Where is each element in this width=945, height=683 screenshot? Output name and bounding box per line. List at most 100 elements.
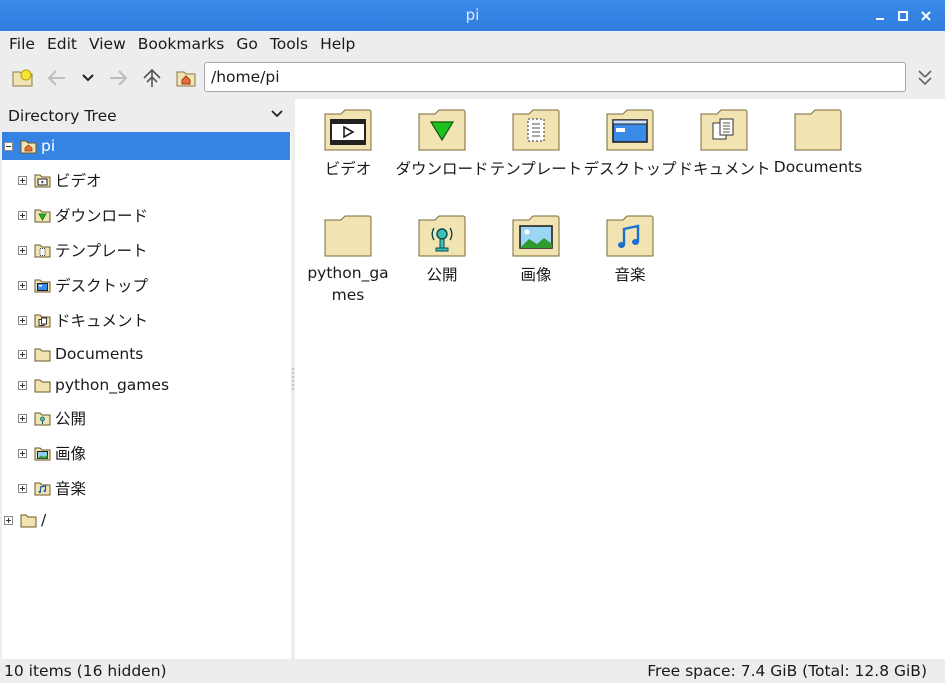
tree-item-documents-jp[interactable]: ドキュメント <box>18 306 148 334</box>
free-space: Free space: 7.4 GiB (Total: 12.8 GiB) <box>647 662 927 680</box>
tree-item-downloads[interactable]: ダウンロード <box>18 201 148 229</box>
tree-item-root[interactable]: / <box>4 506 46 534</box>
file-item-pictures[interactable]: 画像 <box>489 214 583 288</box>
tree-item-label: 画像 <box>55 445 87 463</box>
file-name: デスクトップ <box>583 160 677 178</box>
tree-item-music[interactable]: 音楽 <box>18 474 86 502</box>
sidebar-title: Directory Tree <box>8 107 117 125</box>
tree-item-label: pi <box>41 137 56 155</box>
expand-toggle[interactable] <box>18 245 27 255</box>
video-folder-icon <box>324 109 372 151</box>
sidebar-view-selector[interactable]: Directory Tree <box>2 99 291 132</box>
close-button[interactable] <box>914 7 937 25</box>
close-icon <box>920 11 931 21</box>
go-button[interactable] <box>912 65 938 91</box>
folder-icon <box>20 514 37 527</box>
tree-item-videos[interactable]: ビデオ <box>18 166 102 194</box>
menu-view[interactable]: View <box>83 31 132 58</box>
file-item-documents[interactable]: Documents <box>771 108 865 180</box>
tree-item-desktop[interactable]: デスクトップ <box>18 271 148 299</box>
new-tab-icon <box>12 69 33 87</box>
file-view[interactable]: ビデオ ダウンロード テンプレート デスクトップ ドキュメント Document… <box>295 99 945 659</box>
expand-toggle[interactable] <box>18 210 27 220</box>
download-folder-icon <box>418 109 466 151</box>
title-bar[interactable]: pi <box>0 0 945 31</box>
desktop-folder-icon <box>606 109 654 151</box>
tree-item-label: 音楽 <box>55 480 87 498</box>
folder-icon <box>794 109 842 151</box>
file-item-downloads[interactable]: ダウンロード <box>395 108 489 182</box>
pictures-folder-icon <box>512 215 560 257</box>
expand-toggle[interactable] <box>18 280 27 290</box>
expand-toggle[interactable] <box>18 175 27 185</box>
documents-folder-icon <box>34 314 51 327</box>
file-name: テンプレート <box>489 160 583 178</box>
parent-folder-button[interactable] <box>139 65 165 91</box>
tree-item-label: デスクトップ <box>55 277 149 295</box>
history-dropdown-icon <box>82 74 94 82</box>
tree-item-label: 公開 <box>55 410 87 428</box>
history-dropdown-button[interactable] <box>75 65 101 91</box>
minimize-icon <box>875 18 884 20</box>
tree-item-python-games[interactable]: python_games <box>18 371 169 399</box>
menu-tools[interactable]: Tools <box>264 31 314 58</box>
menu-edit[interactable]: Edit <box>41 31 83 58</box>
file-item-desktop[interactable]: デスクトップ <box>583 108 677 182</box>
expand-toggle[interactable] <box>18 380 27 390</box>
maximize-button[interactable] <box>891 7 914 25</box>
file-name: 公開 <box>426 266 458 284</box>
home-icon <box>176 71 196 87</box>
file-item-documents-jp[interactable]: ドキュメント <box>677 108 771 182</box>
expand-toggle[interactable] <box>18 315 27 325</box>
file-item-music[interactable]: 音楽 <box>583 214 677 288</box>
tree-item-public[interactable]: 公開 <box>18 404 86 432</box>
forward-icon <box>110 70 128 86</box>
download-folder-icon <box>34 209 51 222</box>
path-input[interactable] <box>204 62 906 92</box>
menu-bar: File Edit View Bookmarks Go Tools Help <box>0 31 945 58</box>
chevron-down-icon <box>271 110 283 118</box>
tree-item-label: テンプレート <box>55 242 148 260</box>
public-folder-icon <box>34 412 51 425</box>
file-name: 画像 <box>520 266 552 284</box>
tree-item-pi[interactable]: pi <box>2 132 290 160</box>
home-button[interactable] <box>173 65 199 91</box>
expand-toggle[interactable] <box>18 448 27 458</box>
templates-folder-icon <box>34 244 51 257</box>
file-name: Documents <box>773 158 863 176</box>
menu-bookmarks[interactable]: Bookmarks <box>132 31 231 58</box>
go-icon <box>918 70 932 86</box>
minimize-button[interactable] <box>868 7 891 25</box>
tree-item-templates[interactable]: テンプレート <box>18 236 148 264</box>
forward-button[interactable] <box>105 65 131 91</box>
back-button[interactable] <box>44 65 70 91</box>
menu-go[interactable]: Go <box>230 31 264 58</box>
tree-item-pictures[interactable]: 画像 <box>18 439 86 467</box>
window-title: pi <box>465 6 480 24</box>
collapse-toggle[interactable] <box>4 141 13 151</box>
menu-file[interactable]: File <box>3 31 41 58</box>
file-item-public[interactable]: 公開 <box>395 214 489 288</box>
folder-icon <box>34 379 51 392</box>
file-item-videos[interactable]: ビデオ <box>301 108 395 182</box>
file-item-python-games[interactable]: python_games <box>301 214 395 306</box>
file-item-templates[interactable]: テンプレート <box>489 108 583 182</box>
file-name: python_games <box>307 264 389 304</box>
desktop-folder-icon <box>34 279 51 292</box>
menu-help[interactable]: Help <box>314 31 361 58</box>
expand-toggle[interactable] <box>18 483 27 493</box>
expand-toggle[interactable] <box>4 515 13 525</box>
home-folder-icon <box>20 140 37 153</box>
directory-tree-panel[interactable]: Directory Tree pi ビデオ ダウンロード テンプレート デスクト… <box>2 99 291 659</box>
music-folder-icon <box>34 482 51 495</box>
expand-toggle[interactable] <box>18 349 27 359</box>
public-folder-icon <box>418 215 466 257</box>
back-icon <box>47 70 65 86</box>
new-tab-button[interactable] <box>10 65 36 91</box>
tree-item-documents[interactable]: Documents <box>18 340 143 368</box>
file-name: 音楽 <box>614 266 646 284</box>
file-name: ダウンロード <box>395 160 489 178</box>
file-name: ビデオ <box>324 160 372 178</box>
expand-toggle[interactable] <box>18 413 27 423</box>
tree-item-label: ビデオ <box>55 172 102 190</box>
